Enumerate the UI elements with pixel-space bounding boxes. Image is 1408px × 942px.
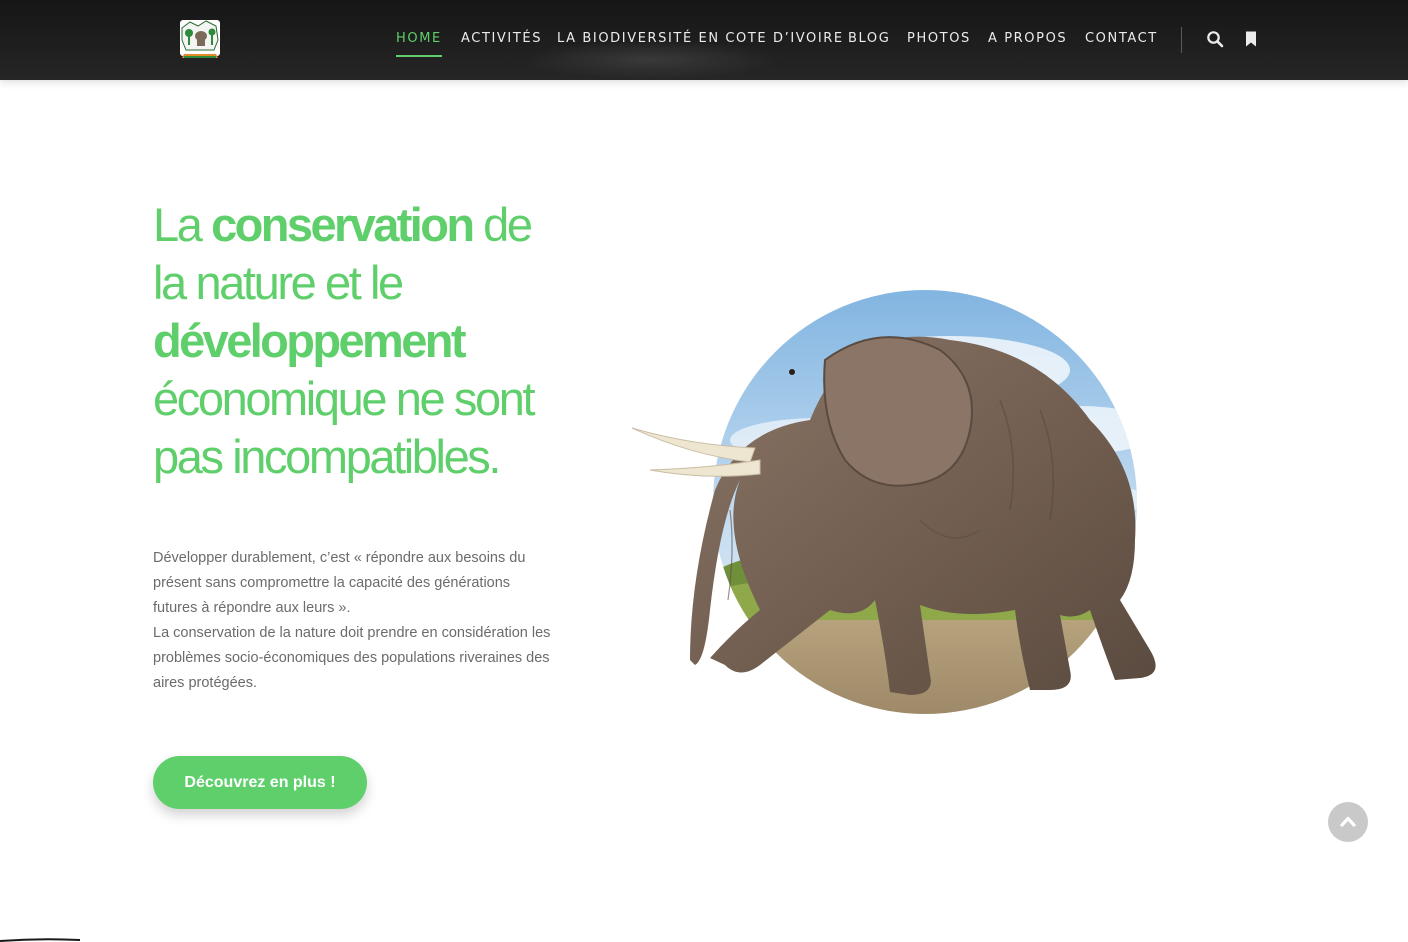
- nav-a-propos[interactable]: A PROPOS: [988, 31, 1067, 51]
- active-nav-underline: [396, 55, 442, 57]
- nav-activites[interactable]: ACTIVITÉS: [461, 31, 542, 51]
- site-logo[interactable]: [176, 16, 224, 64]
- nav-home[interactable]: HOME: [396, 31, 442, 51]
- hero-description: Développer durablement, c’est « répondre…: [153, 546, 553, 696]
- search-icon[interactable]: [1206, 30, 1224, 48]
- headline-strong-developpement: développement: [153, 314, 467, 367]
- nav-contact[interactable]: CONTACT: [1085, 31, 1158, 51]
- discover-more-button[interactable]: Découvrez en plus !: [153, 756, 367, 809]
- scroll-to-top-button[interactable]: [1328, 802, 1368, 842]
- chevron-up-icon: [1340, 816, 1356, 827]
- description-line-1: Développer durablement, c’est « répondre…: [153, 550, 526, 616]
- description-line-2: La conservation de la nature doit prendr…: [153, 625, 551, 691]
- bookmark-icon[interactable]: [1242, 30, 1260, 48]
- headline-strong-conservation: conservation: [211, 198, 475, 251]
- hero-headline: La conservation de la nature et le dével…: [153, 198, 536, 483]
- nav-photos[interactable]: PHOTOS: [907, 31, 971, 51]
- decorative-corner-stroke: [0, 938, 80, 942]
- nav-divider: [1181, 27, 1182, 53]
- site-header: HOME ACTIVITÉS LA BIODIVERSITÉ EN COTE D…: [0, 0, 1408, 80]
- nav-biodiversite[interactable]: LA BIODIVERSITÉ EN COTE D’IVOIRE: [557, 31, 844, 51]
- elephant-illustration: [631, 290, 1156, 714]
- nav-blog[interactable]: BLOG: [848, 31, 890, 51]
